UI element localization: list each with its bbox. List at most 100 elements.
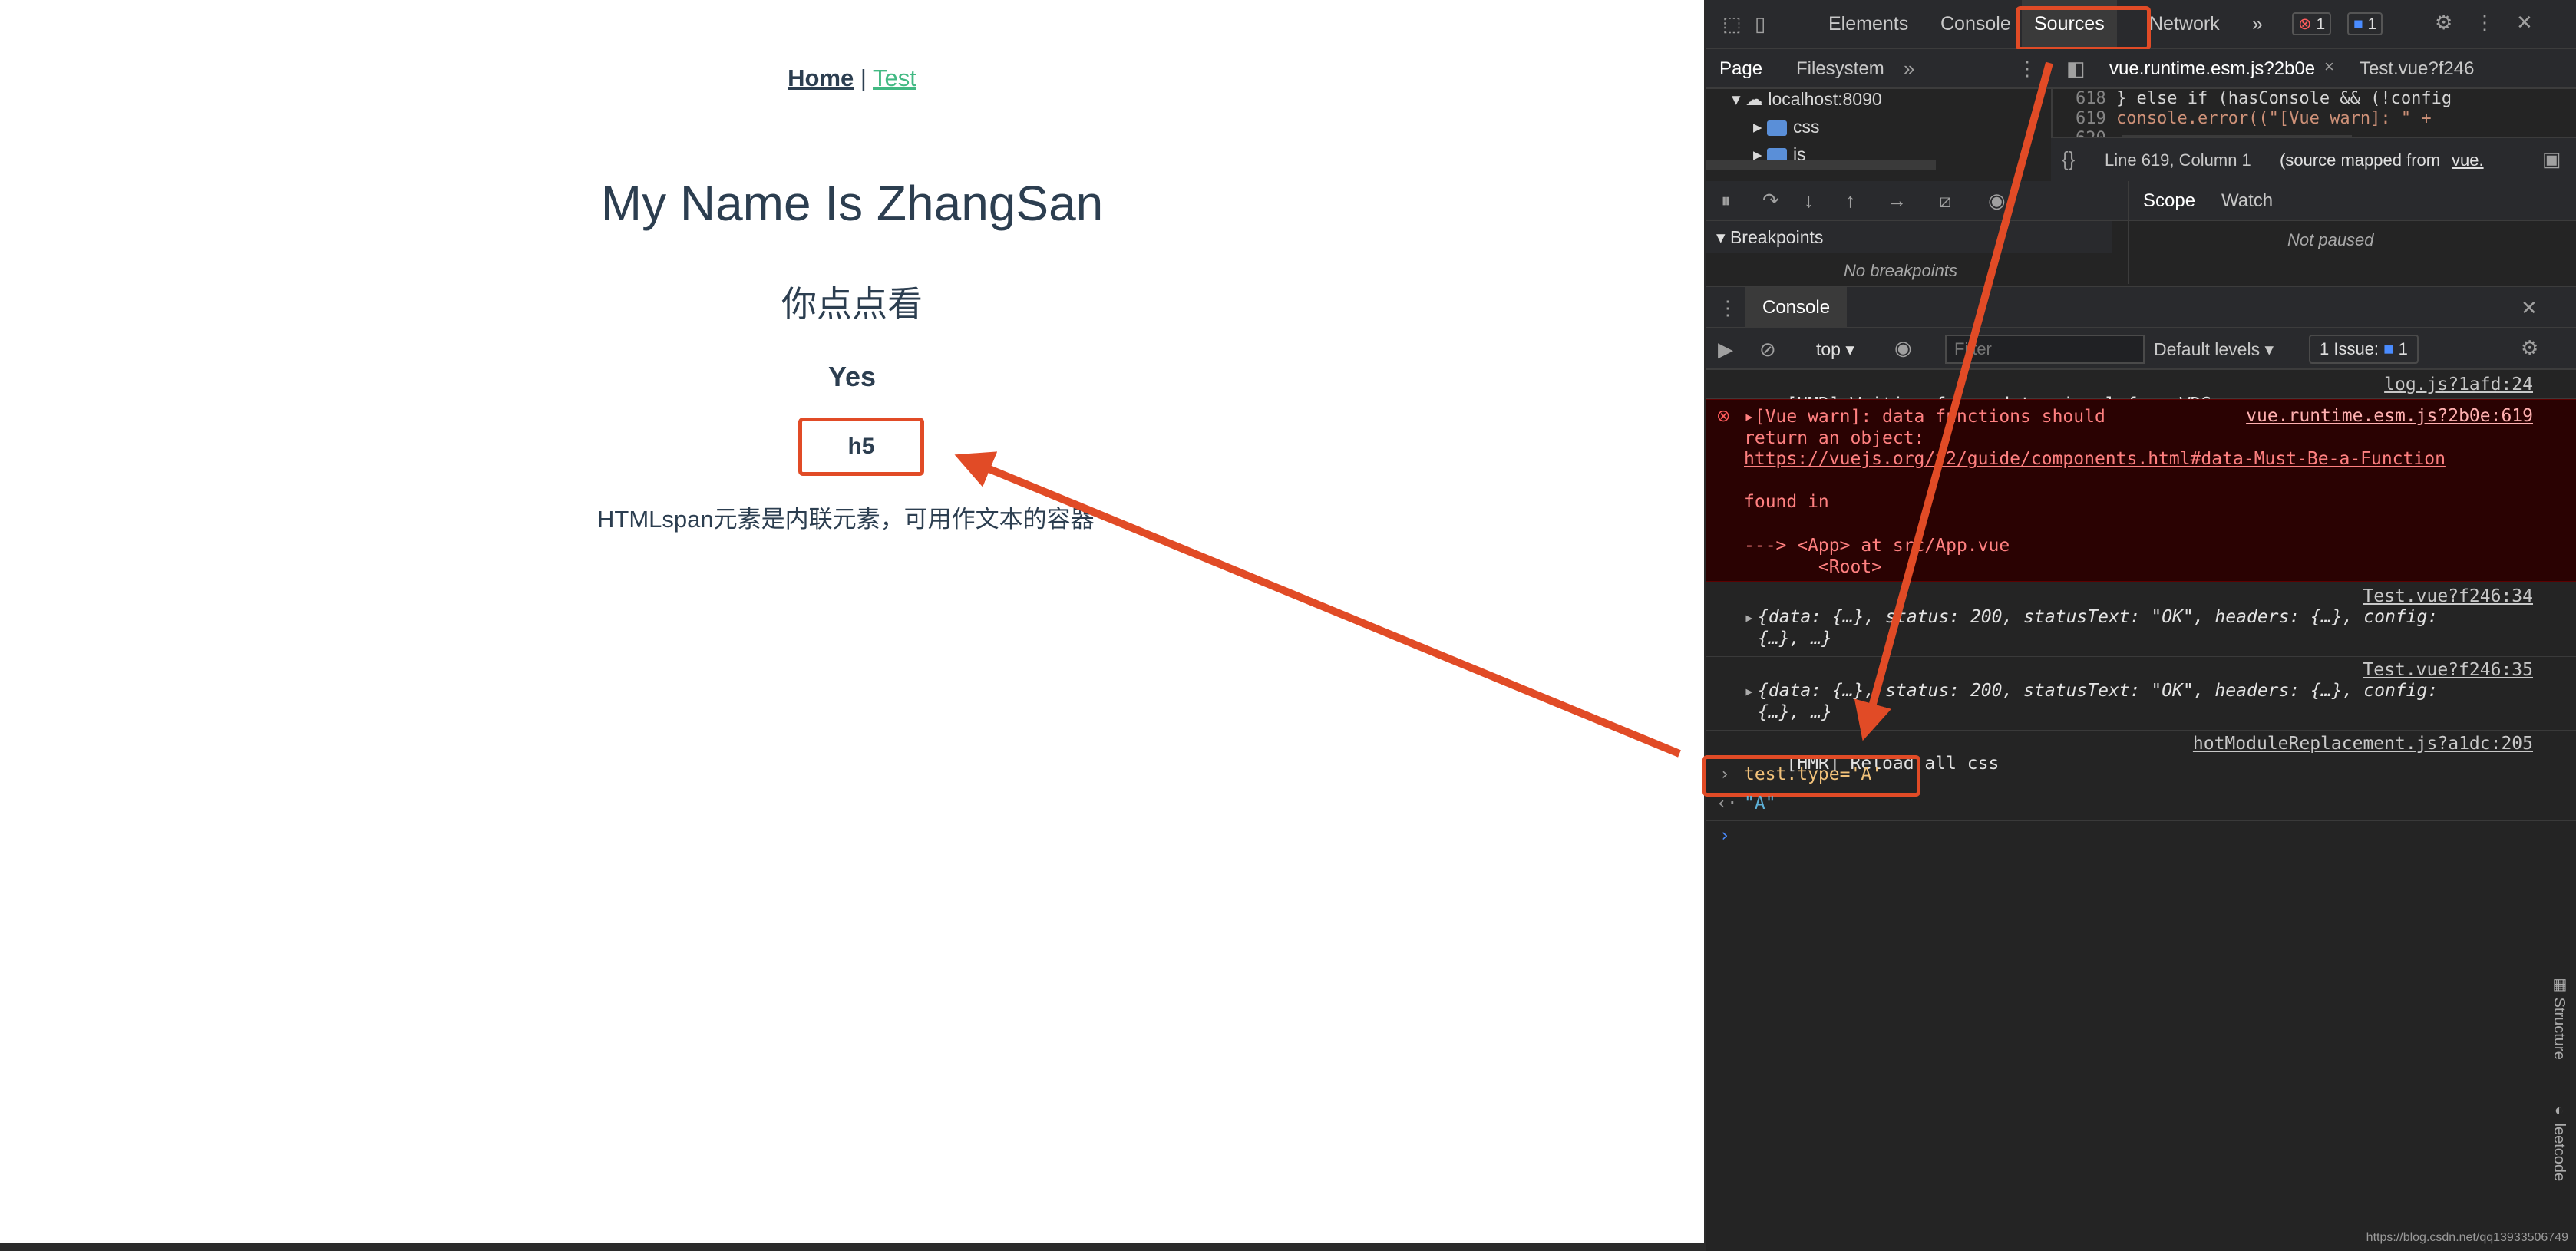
code-line-618: 618 } else if (hasConsole && (!config xyxy=(2076,89,2452,108)
scope-body: Not paused xyxy=(2128,221,2576,284)
console-object-35: Test.vue?f246:35 ▸ {data: {…}, status: 2… xyxy=(1706,657,2576,731)
step-icon[interactable]: → xyxy=(1887,190,1907,210)
clear-console-icon[interactable]: ⊘ xyxy=(1759,339,1776,359)
show-sidebar-icon[interactable]: ▶ xyxy=(1718,339,1733,359)
sources-subbar: Page Filesystem » ⋮ ◧ vue.runtime.esm.js… xyxy=(1706,49,2576,89)
yes-label: Yes xyxy=(827,361,877,392)
found-in-text: found in xyxy=(1744,492,1829,512)
sources-tab-highlight xyxy=(2016,6,2151,51)
response-object[interactable]: {data: {…}, status: 200, statusText: "OK… xyxy=(1758,606,2438,649)
tree-folder-css[interactable]: ▸ css xyxy=(1753,117,1819,137)
scope-tabs: Scope Watch xyxy=(2128,181,2576,221)
coverage-icon[interactable]: ▣ xyxy=(2542,149,2561,169)
source-link[interactable]: Test.vue?f246:35 xyxy=(2363,660,2533,680)
folder-icon xyxy=(1766,147,1787,160)
more-tabs-icon[interactable]: » xyxy=(2252,0,2263,48)
tab-network[interactable]: Network xyxy=(2149,0,2220,48)
tree-folder-js[interactable]: ▸ js xyxy=(1753,144,1806,160)
top-nav: Home | Test xyxy=(0,64,1704,92)
code-line-619: 619 console.error(("[Vue warn]: " + xyxy=(2076,109,2432,128)
component-trace: ---> <App> at src/App.vue <Root> xyxy=(1744,536,2010,577)
message-icon: ■ xyxy=(2353,15,2363,33)
close-file-tab-icon[interactable]: × xyxy=(2324,58,2334,75)
nav-test-link[interactable]: Test xyxy=(873,64,916,91)
close-drawer-icon[interactable]: ✕ xyxy=(2521,298,2538,318)
device-toolbar-icon[interactable]: ▯ xyxy=(1755,14,1765,34)
description-text: HTMLspan元素是内联元素，可用作文本的容器 xyxy=(597,506,1095,533)
tab-scope[interactable]: Scope xyxy=(2143,190,2195,212)
console-filter-input[interactable] xyxy=(1945,335,2145,364)
tree-host[interactable]: ▾ ☁ localhost:8090 xyxy=(1732,89,1882,110)
tree-scrollbar[interactable] xyxy=(1706,160,1936,170)
message-badge[interactable]: ■ 1 xyxy=(2347,12,2383,35)
log-levels-dropdown[interactable]: Default levels ▾ xyxy=(2154,339,2274,360)
console-message: [HMR] Reload all css hotModuleReplacemen… xyxy=(1706,731,2576,774)
file-tab-vue-runtime[interactable]: vue.runtime.esm.js?2b0e xyxy=(2109,58,2315,80)
folder-icon xyxy=(1766,120,1787,136)
console-error-block: ⊗ ▸[Vue warn]: data functions should ret… xyxy=(1706,399,2576,582)
no-breakpoints-text: No breakpoints xyxy=(1844,261,1957,280)
step-out-icon[interactable]: ↑ xyxy=(1845,190,1855,210)
prompt-chevron-icon: › xyxy=(1719,826,1730,846)
console-prompt[interactable]: › xyxy=(1706,823,2576,853)
step-over-icon[interactable]: ↷ xyxy=(1762,190,1779,210)
console-settings-gear-icon[interactable]: ⚙ xyxy=(2521,338,2538,358)
page-heading: My Name Is ZhangSan xyxy=(600,176,1104,231)
source-link[interactable]: Test.vue?f246:34 xyxy=(2363,586,2533,606)
source-link[interactable]: vue.runtime.esm.js?2b0e:619 xyxy=(2246,406,2533,426)
devtools-panel: ⬚ ▯ Elements Console Sources Network » ⊗… xyxy=(1702,0,2576,1251)
tab-watch[interactable]: Watch xyxy=(2221,190,2273,212)
result-value: "A" xyxy=(1744,794,1776,814)
source-link[interactable]: hotModuleReplacement.js?a1dc:205 xyxy=(2193,734,2533,754)
tab-console[interactable]: Console xyxy=(1940,0,2011,48)
inspect-element-icon[interactable]: ⬚ xyxy=(1722,14,1742,34)
file-tab-test-vue[interactable]: Test.vue?f246 xyxy=(2360,58,2474,80)
breakpoints-header[interactable]: ▾ Breakpoints xyxy=(1706,221,2112,253)
response-object[interactable]: {data: {…}, status: 200, statusText: "OK… xyxy=(1758,680,2438,723)
leetcode-side-tab[interactable]: ◐ leetcode xyxy=(2550,1102,2568,1181)
h5-button[interactable]: h5 xyxy=(798,418,924,476)
expand-triangle-icon[interactable]: ▸ xyxy=(1744,682,1755,701)
issue-icon: ■ xyxy=(2383,339,2394,358)
kebab-menu-icon[interactable]: ⋮ xyxy=(2475,12,2495,32)
pretty-print-icon[interactable]: {} xyxy=(2062,149,2075,169)
vue-docs-link[interactable]: https://vuejs.org/v2/guide/components.ht… xyxy=(1744,449,2576,469)
error-badge[interactable]: ⊗ 1 xyxy=(2292,12,2332,35)
pause-on-exceptions-icon[interactable]: ◉ xyxy=(1988,190,2006,210)
structure-side-tab[interactable]: ▦ Structure xyxy=(2550,975,2568,1060)
error-icon: ⊗ xyxy=(2298,15,2312,33)
debugger-toolbar: ⏸ ↷ ↓ ↑ → ⧄ ◉ xyxy=(1706,181,2128,221)
tab-elements[interactable]: Elements xyxy=(1828,0,1908,48)
cursor-position: Line 619, Column 1 xyxy=(2105,150,2251,170)
not-paused-text: Not paused xyxy=(2287,230,2374,249)
leetcode-icon: ◐ xyxy=(2551,1102,2568,1124)
navigator-menu-icon[interactable]: ⋮ xyxy=(2017,58,2037,78)
settings-gear-icon[interactable]: ⚙ xyxy=(2435,12,2452,32)
console-toolbar: ▶ ⊘ top ▾ ◉ Default levels ▾ 1 Issue: ■ … xyxy=(1706,328,2576,370)
result-chevron-icon: ‹· xyxy=(1716,794,1738,814)
live-expression-eye-icon[interactable]: ◉ xyxy=(1894,338,1912,358)
more-navigator-icon[interactable]: » xyxy=(1904,58,1914,78)
source-mapped-link[interactable]: vue. xyxy=(2452,150,2484,170)
nav-home-link[interactable]: Home xyxy=(788,64,854,91)
close-devtools-icon[interactable]: ✕ xyxy=(2516,12,2533,32)
deactivate-breakpoints-icon[interactable]: ⧄ xyxy=(1939,190,1952,210)
tab-filesystem[interactable]: Filesystem xyxy=(1796,58,1884,80)
watermark: https://blog.csdn.net/qq13933506749 xyxy=(2366,1231,2568,1244)
page-subheading: 你点点看 xyxy=(781,284,923,324)
console-object-34: Test.vue?f246:34 ▸ {data: {…}, status: 2… xyxy=(1706,583,2576,657)
breakpoints-body: No breakpoints xyxy=(1706,253,2112,284)
source-mapped-label: (source mapped from xyxy=(2280,150,2441,170)
pause-icon[interactable]: ⏸ xyxy=(1721,190,1731,210)
tab-page[interactable]: Page xyxy=(1719,58,1762,80)
context-selector[interactable]: top ▾ xyxy=(1816,339,1854,360)
source-link[interactable]: log.js?1afd:24 xyxy=(2384,375,2533,394)
expand-triangle-icon[interactable]: ▸ xyxy=(1744,608,1755,628)
structure-icon: ▦ xyxy=(2551,975,2568,998)
drawer-tab-console[interactable]: Console xyxy=(1745,287,1848,328)
drawer-menu-icon[interactable]: ⋮ xyxy=(1718,298,1738,318)
step-into-icon[interactable]: ↓ xyxy=(1804,190,1814,210)
console-message: [HMR] Waiting for update signal from WDS… xyxy=(1706,371,2576,414)
toggle-navigator-icon[interactable]: ◧ xyxy=(2066,58,2086,78)
issues-counter[interactable]: 1 Issue: ■ 1 xyxy=(2309,335,2419,364)
